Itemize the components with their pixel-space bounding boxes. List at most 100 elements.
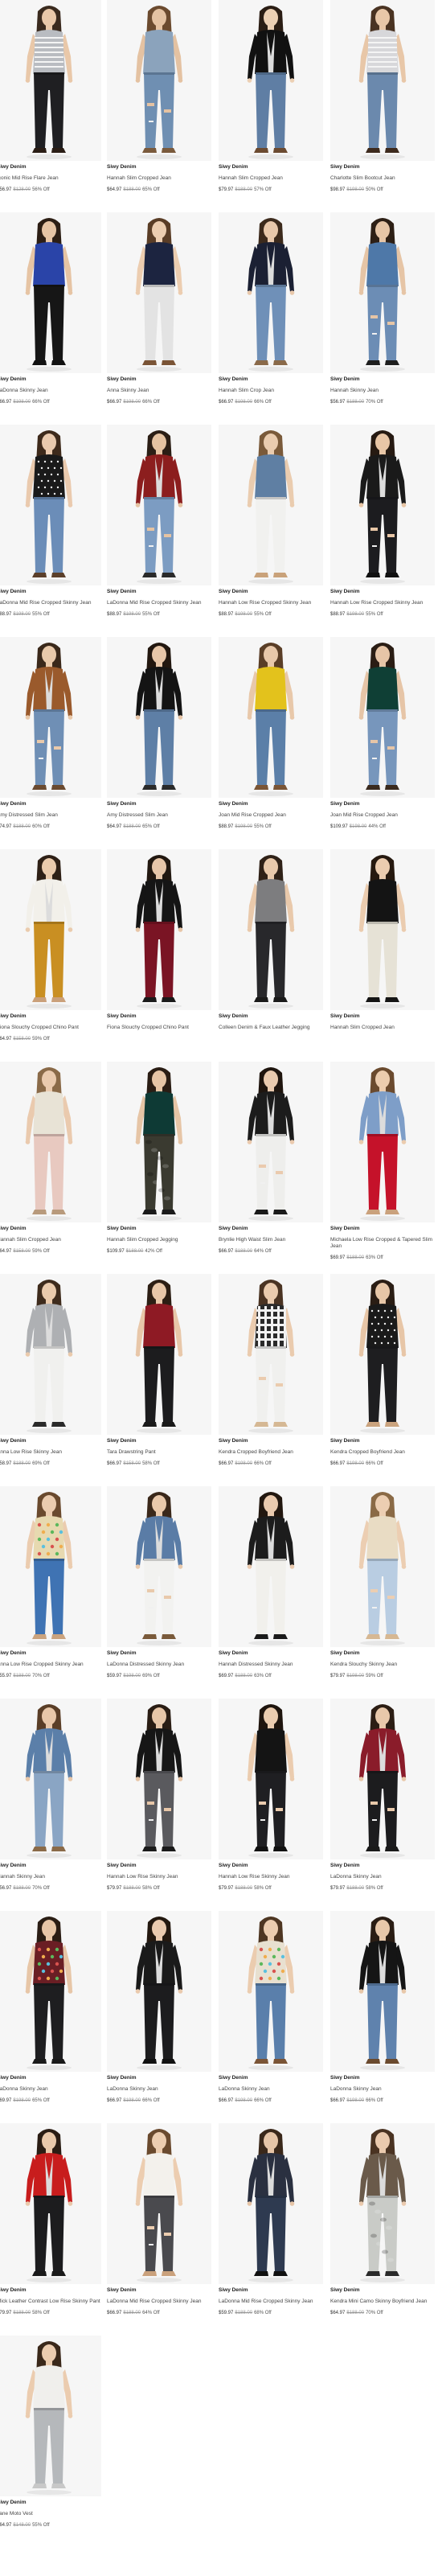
product-name[interactable]: Hannah Skinny Jean [330, 388, 435, 394]
product-brand[interactable]: Siwy Denim [0, 164, 101, 171]
product-name[interactable]: Hannah Distressed Skinny Jean [219, 1662, 323, 1668]
product-image[interactable] [0, 2336, 101, 2496]
product-image[interactable] [0, 1062, 101, 1222]
product-name[interactable]: Fiona Slouchy Cropped Chino Pant [0, 1025, 101, 1031]
product-name[interactable]: Tara Drawstring Pant [107, 1449, 211, 1456]
product-image[interactable] [330, 425, 435, 585]
product-brand[interactable]: Siwy Denim [330, 1650, 435, 1657]
product-image[interactable] [330, 637, 435, 798]
product-image[interactable] [219, 1911, 323, 2072]
product-image[interactable] [0, 2123, 101, 2284]
product-name[interactable]: Colleen Denim & Faux Leather Jegging [219, 1025, 323, 1031]
product-name[interactable]: LaDonna Distressed Skinny Jean [107, 1662, 211, 1668]
product-brand[interactable]: Siwy Denim [0, 1226, 101, 1232]
product-name[interactable]: Kendra Cropped Boyfriend Jean [219, 1449, 323, 1456]
product-name[interactable]: Michaela Low Rise Cropped & Tapered Slim… [330, 1237, 435, 1250]
product-brand[interactable]: Siwy Denim [0, 1013, 101, 1020]
product-brand[interactable]: Siwy Denim [219, 376, 323, 383]
product-image[interactable] [219, 2123, 323, 2284]
product-image[interactable] [107, 849, 211, 1010]
product-brand[interactable]: Siwy Denim [0, 2075, 101, 2081]
product-brand[interactable]: Siwy Denim [107, 589, 211, 595]
product-name[interactable]: LaDonna Skinny Jean [219, 2086, 323, 2093]
product-name[interactable]: LaDonna Mid Rise Cropped Skinny Jean [107, 2299, 211, 2305]
product-name[interactable]: LaDonna Mid Rise Cropped Skinny Jean [107, 600, 211, 606]
product-name[interactable]: Hannah Slim Cropped Jean [219, 175, 323, 182]
product-brand[interactable]: Siwy Denim [219, 1863, 323, 1869]
product-image[interactable] [107, 425, 211, 585]
product-name[interactable]: Iconic Mid Rise Flare Jean [0, 175, 101, 182]
product-image[interactable] [0, 1486, 101, 1647]
product-name[interactable]: Mick Leather Contrast Low Rise Skinny Pa… [0, 2299, 101, 2305]
product-image[interactable] [107, 2123, 211, 2284]
product-name[interactable]: Hannah Slim Cropped Jegging [107, 1237, 211, 1243]
product-name[interactable]: Joan Mid Rise Cropped Jean [330, 812, 435, 819]
product-name[interactable]: Hannah Slim Crop Jean [219, 388, 323, 394]
product-image[interactable] [107, 637, 211, 798]
product-brand[interactable]: Siwy Denim [107, 1650, 211, 1657]
product-brand[interactable]: Siwy Denim [219, 589, 323, 595]
product-name[interactable]: Amy Distressed Slim Jean [0, 812, 101, 819]
product-brand[interactable]: Siwy Denim [107, 1226, 211, 1232]
product-name[interactable]: LaDonna Skinny Jean [107, 2086, 211, 2093]
product-brand[interactable]: Siwy Denim [107, 1863, 211, 1869]
product-brand[interactable]: Siwy Denim [330, 1863, 435, 1869]
product-brand[interactable]: Siwy Denim [330, 589, 435, 595]
product-name[interactable]: Hannah Low Rise Skinny Jean [107, 1874, 211, 1880]
product-image[interactable] [219, 1486, 323, 1647]
product-name[interactable]: Hannah Slim Cropped Jean [107, 175, 211, 182]
product-image[interactable] [330, 1911, 435, 2072]
product-image[interactable] [107, 212, 211, 373]
product-name[interactable]: LaDonna Skinny Jean [330, 1874, 435, 1880]
product-name[interactable]: LaDonna Mid Rise Cropped Skinny Jean [0, 600, 101, 606]
product-image[interactable] [107, 0, 211, 161]
product-image[interactable] [107, 1699, 211, 1859]
product-name[interactable]: Hannah Low Rise Cropped Skinny Jean [219, 600, 323, 606]
product-name[interactable]: Joan Mid Rise Cropped Jean [219, 812, 323, 819]
product-image[interactable] [0, 0, 101, 161]
product-image[interactable] [0, 849, 101, 1010]
product-image[interactable] [0, 1699, 101, 1859]
product-brand[interactable]: Siwy Denim [219, 1013, 323, 1020]
product-image[interactable] [330, 1486, 435, 1647]
product-name[interactable]: Jane Moto Vest [0, 2511, 101, 2517]
product-brand[interactable]: Siwy Denim [219, 801, 323, 807]
product-name[interactable]: Hannah Skinny Jean [0, 1874, 101, 1880]
product-brand[interactable]: Siwy Denim [107, 164, 211, 171]
product-brand[interactable]: Siwy Denim [330, 2075, 435, 2081]
product-brand[interactable]: Siwy Denim [330, 1226, 435, 1232]
product-name[interactable]: Kendra Cropped Boyfriend Jean [330, 1449, 435, 1456]
product-image[interactable] [219, 0, 323, 161]
product-brand[interactable]: Siwy Denim [107, 376, 211, 383]
product-brand[interactable]: Siwy Denim [0, 2287, 101, 2294]
product-brand[interactable]: Siwy Denim [107, 2287, 211, 2294]
product-name[interactable]: Brynlie High Waist Slim Jean [219, 1237, 323, 1243]
product-name[interactable]: Amy Distressed Slim Jean [107, 812, 211, 819]
product-brand[interactable]: Siwy Denim [219, 164, 323, 171]
product-name[interactable]: LaDonna Skinny Jean [0, 2086, 101, 2093]
product-name[interactable]: Anna Low Rise Cropped Skinny Jean [0, 1662, 101, 1668]
product-brand[interactable]: Siwy Denim [0, 376, 101, 383]
product-brand[interactable]: Siwy Denim [219, 1650, 323, 1657]
product-brand[interactable]: Siwy Denim [0, 1438, 101, 1444]
product-brand[interactable]: Siwy Denim [0, 589, 101, 595]
product-name[interactable]: LaDonna Skinny Jean [0, 388, 101, 394]
product-image[interactable] [219, 1699, 323, 1859]
product-image[interactable] [107, 1486, 211, 1647]
product-brand[interactable]: Siwy Denim [107, 2075, 211, 2081]
product-image[interactable] [330, 1274, 435, 1435]
product-brand[interactable]: Siwy Denim [330, 2287, 435, 2294]
product-image[interactable] [219, 212, 323, 373]
product-name[interactable]: Kendra Slouchy Skinny Jean [330, 1662, 435, 1668]
product-brand[interactable]: Siwy Denim [0, 1863, 101, 1869]
product-brand[interactable]: Siwy Denim [107, 1438, 211, 1444]
product-brand[interactable]: Siwy Denim [330, 164, 435, 171]
product-brand[interactable]: Siwy Denim [330, 801, 435, 807]
product-name[interactable]: Hannah Slim Cropped Jean [0, 1237, 101, 1243]
product-image[interactable] [330, 849, 435, 1010]
product-image[interactable] [0, 1911, 101, 2072]
product-image[interactable] [219, 1062, 323, 1222]
product-brand[interactable]: Siwy Denim [219, 2075, 323, 2081]
product-name[interactable]: Anna Low Rise Skinny Jean [0, 1449, 101, 1456]
product-brand[interactable]: Siwy Denim [107, 1013, 211, 1020]
